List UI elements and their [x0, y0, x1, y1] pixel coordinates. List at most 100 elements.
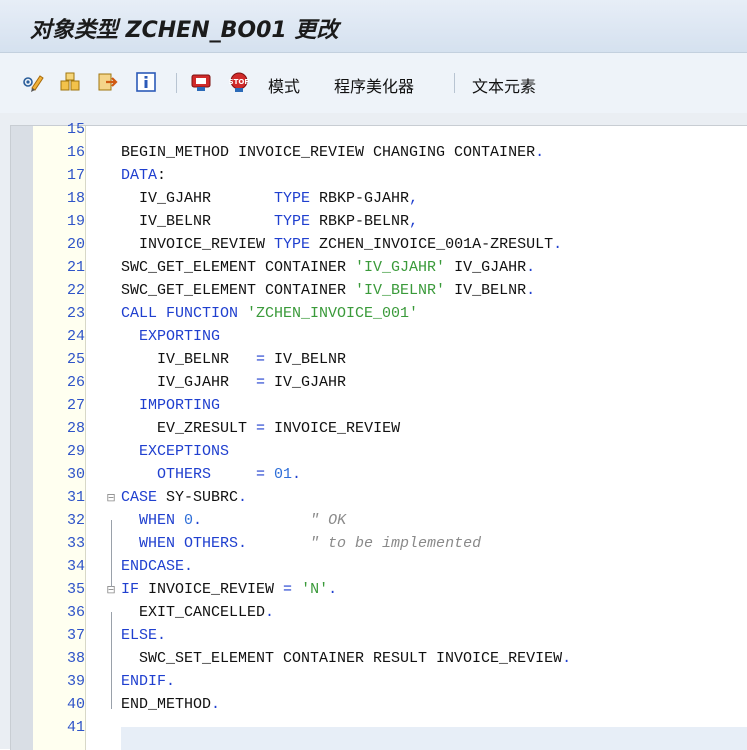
code-token: IV_GJAHR: [445, 259, 527, 276]
line-number: 15: [66, 121, 85, 138]
code-line[interactable]: 27 IMPORTING: [11, 394, 747, 417]
code-token: .: [292, 466, 302, 483]
code-text: EXCEPTIONS: [121, 440, 229, 463]
line-number: 32: [66, 512, 85, 529]
code-token: BEGIN_METHOD INVOICE_REVIEW CHANGING CON…: [121, 144, 536, 161]
pretty-printer-button[interactable]: 程序美化器: [334, 73, 414, 97]
code-text: CASE SY-SUBRC.: [121, 486, 247, 509]
code-token: :: [157, 167, 167, 184]
code-line[interactable]: 36 EXIT_CANCELLED.: [11, 601, 747, 624]
line-number: 40: [66, 696, 85, 713]
code-token: EXIT_CANCELLED: [121, 604, 266, 621]
code-text: IF INVOICE_REVIEW = 'N'.: [121, 578, 337, 601]
code-line[interactable]: 34 ENDCASE.: [11, 555, 747, 578]
code-text: ELSE.: [121, 624, 166, 647]
text-elements-button[interactable]: 文本元素: [472, 73, 536, 97]
code-token: TYPE: [274, 213, 311, 230]
code-line[interactable]: 32 WHEN 0. " OK: [11, 509, 747, 532]
code-line[interactable]: 26 IV_GJAHR = IV_GJAHR: [11, 371, 747, 394]
code-line[interactable]: 37 ELSE.: [11, 624, 747, 647]
line-number: 37: [66, 627, 85, 644]
fold-guide-case: [111, 520, 112, 587]
toolbar-separator: [176, 73, 177, 93]
code-token: TYPE: [274, 190, 311, 207]
code-text: DATA:: [121, 164, 166, 187]
code-token: IV_BELNR: [445, 282, 527, 299]
code-line[interactable]: 25 IV_BELNR = IV_BELNR: [11, 348, 747, 371]
code-token: SWC_GET_ELEMENT CONTAINER: [121, 259, 356, 276]
code-text: SWC_GET_ELEMENT CONTAINER 'IV_BELNR' IV_…: [121, 279, 535, 302]
code-token: ,: [409, 190, 419, 207]
external-breakpoint-icon[interactable]: STOP: [226, 69, 252, 95]
code-token: CALL FUNCTION: [121, 305, 248, 322]
code-token: EXCEPTIONS: [121, 443, 230, 460]
code-token: INVOICE_REVIEW: [265, 420, 401, 437]
code-token: INVOICE_REVIEW: [121, 236, 275, 253]
code-token: ,: [409, 213, 419, 230]
info-icon[interactable]: [134, 69, 158, 95]
breakpoint-icon[interactable]: [188, 69, 214, 95]
code-token: .: [526, 282, 536, 299]
code-text: EXPORTING: [121, 325, 220, 348]
mode-button[interactable]: 模式: [268, 73, 300, 97]
code-line[interactable]: 40 END_METHOD.: [11, 693, 747, 716]
code-text: INVOICE_REVIEW TYPE ZCHEN_INVOICE_001A-Z…: [121, 233, 562, 256]
code-token: .: [562, 650, 572, 667]
code-line[interactable]: 29 EXCEPTIONS: [11, 440, 747, 463]
code-token: 'ZCHEN_INVOICE_001': [247, 305, 419, 322]
code-line[interactable]: 22 SWC_GET_ELEMENT CONTAINER 'IV_BELNR' I…: [11, 279, 747, 302]
code-token: ELSE.: [121, 627, 167, 644]
code-token: 'IV_BELNR': [355, 282, 446, 299]
code-line[interactable]: 33 WHEN OTHERS. " to be implemented: [11, 532, 747, 555]
code-line[interactable]: 24 EXPORTING: [11, 325, 747, 348]
where-used-icon[interactable]: [58, 69, 82, 95]
code-line[interactable]: 30 OTHERS = 01.: [11, 463, 747, 486]
line-number: 28: [66, 420, 85, 437]
title-bar: 对象类型 ZCHEN_BO01 更改: [0, 0, 747, 53]
navigate-icon[interactable]: [96, 69, 120, 95]
line-number: 22: [66, 282, 85, 299]
code-token: =: [256, 420, 266, 437]
line-number: 27: [66, 397, 85, 414]
line-number: 19: [66, 213, 85, 230]
line-number: 16: [66, 144, 85, 161]
code-line[interactable]: 19 IV_BELNR TYPE RBKP-BELNR,: [11, 210, 747, 233]
code-token: 'IV_GJAHR': [355, 259, 446, 276]
display-change-icon[interactable]: [20, 69, 46, 95]
abap-code-editor[interactable]: 15 16 BEGIN_METHOD INVOICE_REVIEW CHANGING…: [10, 121, 747, 750]
code-line[interactable]: 28 EV_ZRESULT = INVOICE_REVIEW: [11, 417, 747, 440]
code-token: IV_GJAHR: [265, 374, 347, 391]
code-line[interactable]: 20 INVOICE_REVIEW TYPE ZCHEN_INVOICE_001…: [11, 233, 747, 256]
code-line[interactable]: 15: [11, 118, 747, 141]
line-number: 20: [66, 236, 85, 253]
code-token: RBKP-BELNR: [310, 213, 410, 230]
code-token: WHEN: [121, 512, 185, 529]
code-line[interactable]: 41: [11, 716, 747, 739]
code-text: WHEN 0. " OK: [121, 509, 346, 532]
code-token: IV_GJAHR: [121, 374, 257, 391]
code-token: =: [256, 351, 266, 368]
fold-guide-if: [111, 612, 112, 709]
code-text: IV_BELNR = IV_BELNR: [121, 348, 346, 371]
code-token: 'N': [301, 581, 329, 598]
code-line[interactable]: 21 SWC_GET_ELEMENT CONTAINER 'IV_GJAHR' I…: [11, 256, 747, 279]
code-line[interactable]: 18 IV_GJAHR TYPE RBKP-GJAHR,: [11, 187, 747, 210]
code-line[interactable]: 38 SWC_SET_ELEMENT CONTAINER RESULT INVO…: [11, 647, 747, 670]
code-token: INVOICE_REVIEW: [139, 581, 284, 598]
code-token: .: [328, 581, 338, 598]
fold-toggle-icon[interactable]: ⊟: [105, 486, 117, 509]
code-text: IMPORTING: [121, 394, 220, 417]
line-number: 23: [66, 305, 85, 322]
code-token: IV_BELNR: [265, 351, 347, 368]
toolbar-separator: [454, 73, 455, 93]
code-line[interactable]: 16 BEGIN_METHOD INVOICE_REVIEW CHANGING C…: [11, 141, 747, 164]
code-line[interactable]: 17 DATA:: [11, 164, 747, 187]
line-number: 31: [66, 489, 85, 506]
code-line[interactable]: 35 ⊟ IF INVOICE_REVIEW = 'N'.: [11, 578, 747, 601]
code-token: IV_GJAHR: [121, 190, 275, 207]
code-line[interactable]: 31 ⊟ CASE SY-SUBRC.: [11, 486, 747, 509]
code-token: IV_BELNR: [121, 351, 257, 368]
code-line[interactable]: 23 CALL FUNCTION 'ZCHEN_INVOICE_001': [11, 302, 747, 325]
code-line[interactable]: 39 ENDIF.: [11, 670, 747, 693]
